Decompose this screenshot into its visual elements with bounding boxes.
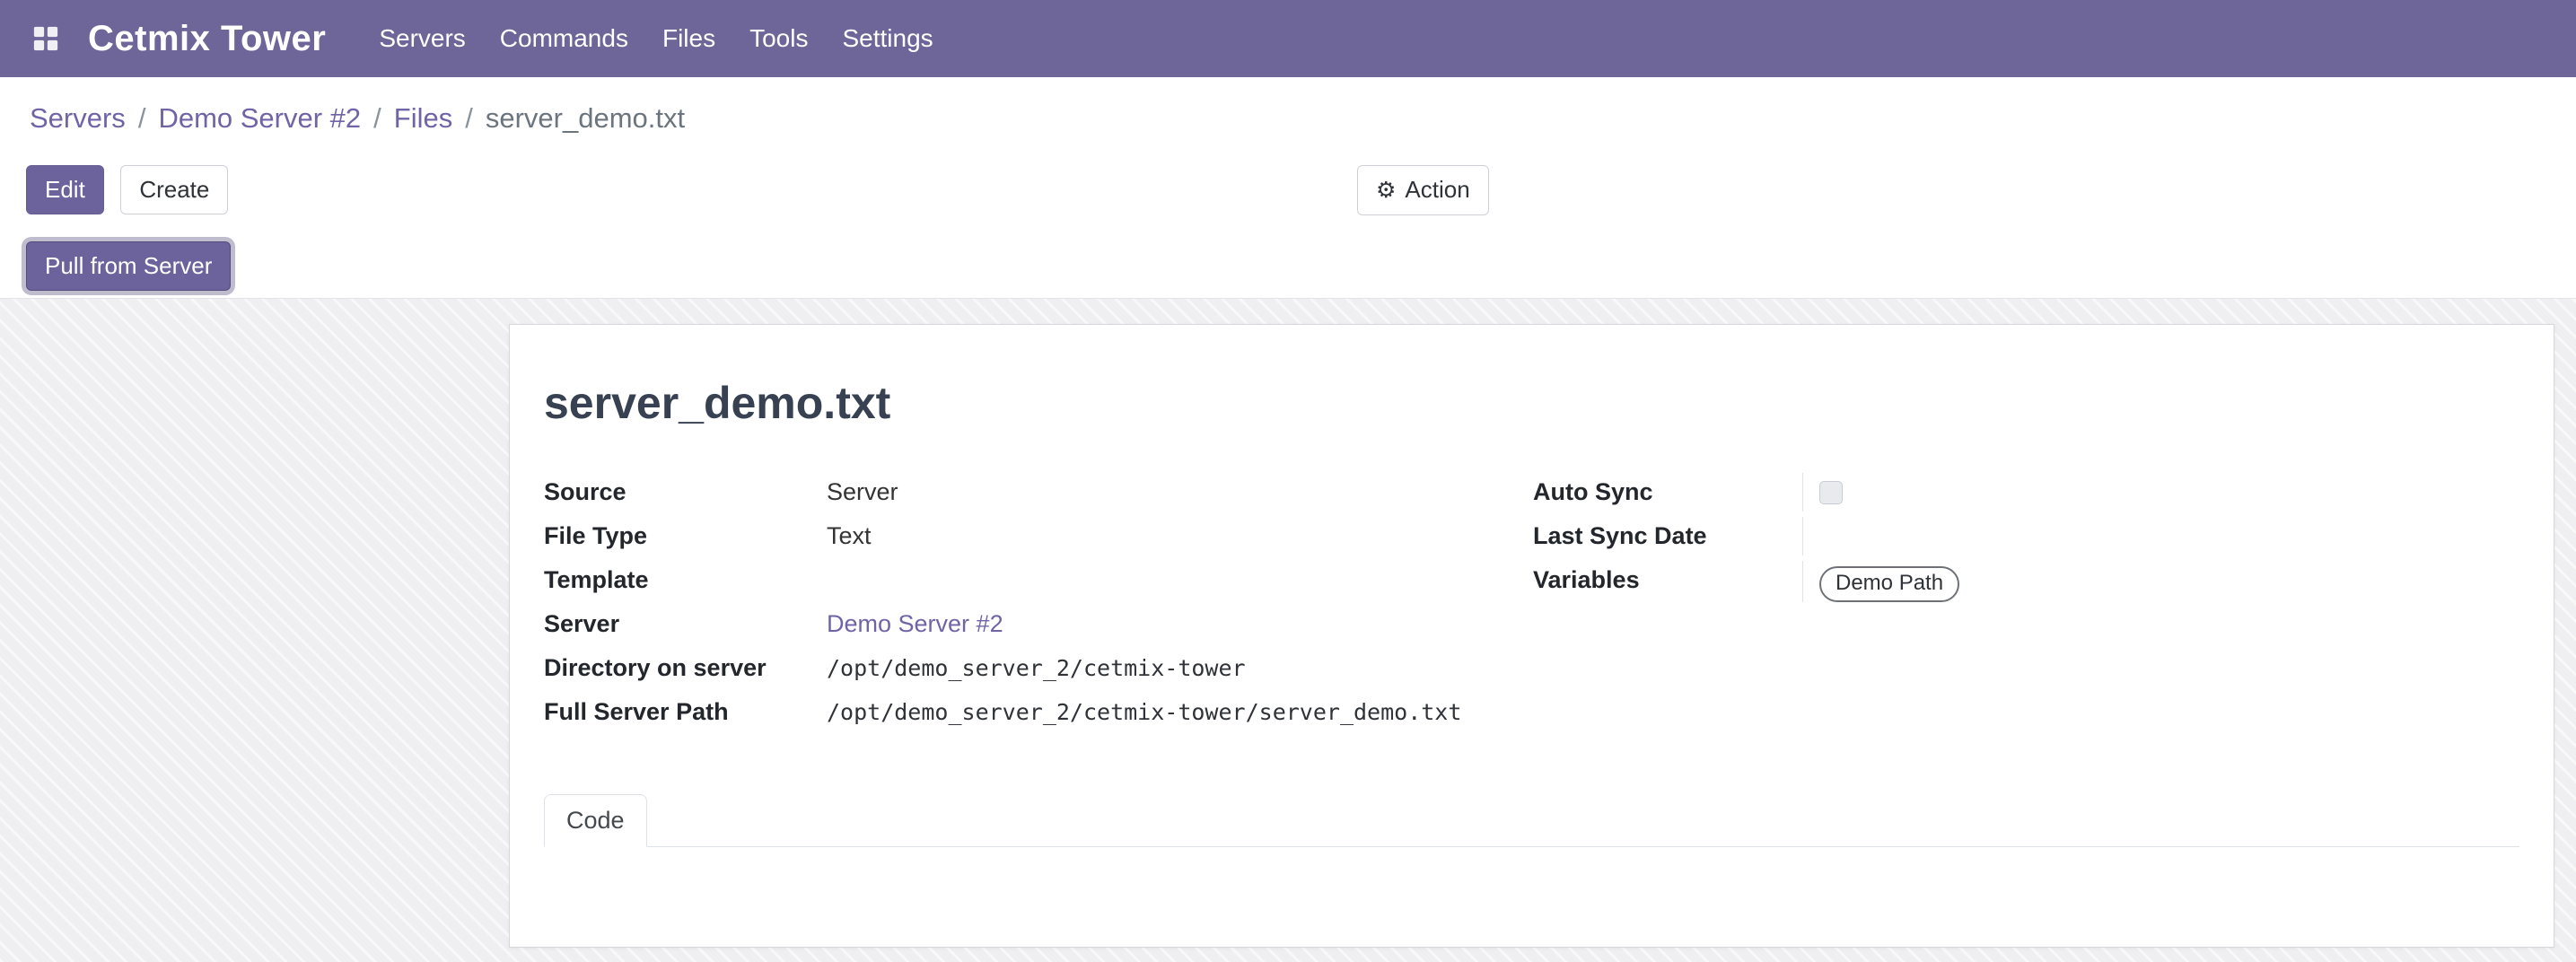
- action-menu-label: Action: [1405, 176, 1469, 203]
- breadcrumb-current: server_demo.txt: [486, 102, 685, 135]
- breadcrumb: Servers / Demo Server #2 / Files / server_demo…: [0, 77, 2576, 149]
- field-label-full-server-path: Full Server Path: [544, 693, 827, 726]
- field-row-variables: Variables Demo Path: [1533, 561, 2519, 605]
- tab-content-code: [544, 847, 2519, 948]
- navbar-item-tools[interactable]: Tools: [732, 0, 825, 77]
- field-row-template: Template: [544, 561, 1519, 605]
- navbar-item-settings[interactable]: Settings: [825, 0, 950, 77]
- brand-title[interactable]: Cetmix Tower: [88, 19, 326, 59]
- field-label-last-sync-date: Last Sync Date: [1533, 517, 1802, 550]
- field-value-variables: Demo Path: [1802, 561, 2519, 602]
- navbar-item-servers[interactable]: Servers: [362, 0, 482, 77]
- navbar-item-commands[interactable]: Commands: [483, 0, 645, 77]
- field-row-full-server-path: Full Server Path/opt/demo_server_2/cetmi…: [544, 693, 1519, 737]
- field-label-source: Source: [544, 473, 827, 506]
- page-title: server_demo.txt: [544, 377, 2519, 429]
- breadcrumb-separator: /: [138, 102, 146, 135]
- server-link[interactable]: Demo Server #2: [827, 610, 1003, 637]
- field-row-directory-on-server: Directory on server/opt/demo_server_2/ce…: [544, 649, 1519, 693]
- full-server-path-value: /opt/demo_server_2/cetmix-tower/server_d…: [827, 699, 1461, 725]
- breadcrumb-link-files[interactable]: Files: [394, 102, 452, 135]
- field-label-server: Server: [544, 605, 827, 638]
- field-row-source: SourceServer: [544, 473, 1519, 517]
- pull-from-server-button[interactable]: Pull from Server: [26, 241, 231, 291]
- field-value-last-sync-date: [1802, 517, 2519, 555]
- field-label-auto-sync: Auto Sync: [1533, 473, 1802, 506]
- action-menu-button[interactable]: ⚙ Action: [1357, 165, 1489, 215]
- edit-button[interactable]: Edit: [26, 165, 104, 214]
- field-value-file-type: Text: [827, 517, 1519, 555]
- top-navbar: Cetmix Tower ServersCommandsFilesToolsSe…: [0, 0, 2576, 77]
- field-value-full-server-path: /opt/demo_server_2/cetmix-tower/server_d…: [827, 693, 1519, 731]
- tab-code[interactable]: Code: [544, 794, 647, 847]
- navbar-item-files[interactable]: Files: [645, 0, 732, 77]
- field-label-directory-on-server: Directory on server: [544, 649, 827, 682]
- apps-menu-button[interactable]: [25, 18, 66, 59]
- control-panel: Servers / Demo Server #2 / Files / server_demo…: [0, 77, 2576, 299]
- form-sheet: server_demo.txt SourceServerFile TypeTex…: [509, 324, 2554, 948]
- field-value-auto-sync: [1802, 473, 2519, 512]
- field-row-server: ServerDemo Server #2: [544, 605, 1519, 649]
- field-value-directory-on-server: /opt/demo_server_2/cetmix-tower: [827, 649, 1519, 687]
- breadcrumb-separator: /: [373, 102, 381, 135]
- field-value-template: [827, 561, 1519, 599]
- notebook-tabs: Code: [544, 794, 2519, 847]
- breadcrumb-link-servers[interactable]: Servers: [30, 102, 126, 135]
- field-group-right: Auto Sync Last Sync Date Variables Demo Pat…: [1533, 473, 2519, 605]
- auto-sync-checkbox[interactable]: [1819, 481, 1843, 504]
- field-value-source: Server: [827, 473, 1519, 512]
- field-row-last-sync-date: Last Sync Date: [1533, 517, 2519, 561]
- gear-icon: ⚙: [1376, 178, 1396, 203]
- directory-on-server-value: /opt/demo_server_2/cetmix-tower: [827, 655, 1246, 681]
- field-label-variables: Variables: [1533, 561, 1802, 594]
- source-value: Server: [827, 478, 898, 505]
- content-area: server_demo.txt SourceServerFile TypeTex…: [0, 299, 2576, 962]
- demo-path-tag[interactable]: Demo Path: [1819, 566, 1959, 602]
- primary-actions-row: Edit Create ⚙ Action: [0, 165, 2576, 214]
- field-value-server: Demo Server #2: [827, 605, 1519, 643]
- file-type-value: Text: [827, 522, 872, 549]
- breadcrumb-separator: /: [465, 102, 473, 135]
- field-group-left: SourceServerFile TypeTextTemplateServerD…: [544, 473, 1519, 737]
- navbar-menu: ServersCommandsFilesToolsSettings: [362, 0, 950, 77]
- create-button[interactable]: Create: [120, 165, 228, 214]
- custom-actions-row: Pull from Server: [0, 241, 2576, 291]
- field-label-file-type: File Type: [544, 517, 827, 550]
- field-label-template: Template: [544, 561, 827, 594]
- apps-grid-icon: [32, 25, 59, 52]
- field-row-file-type: File TypeText: [544, 517, 1519, 561]
- field-groups: SourceServerFile TypeTextTemplateServerD…: [544, 473, 2519, 737]
- field-row-auto-sync: Auto Sync: [1533, 473, 2519, 517]
- breadcrumb-link-demo-server-2[interactable]: Demo Server #2: [158, 102, 361, 135]
